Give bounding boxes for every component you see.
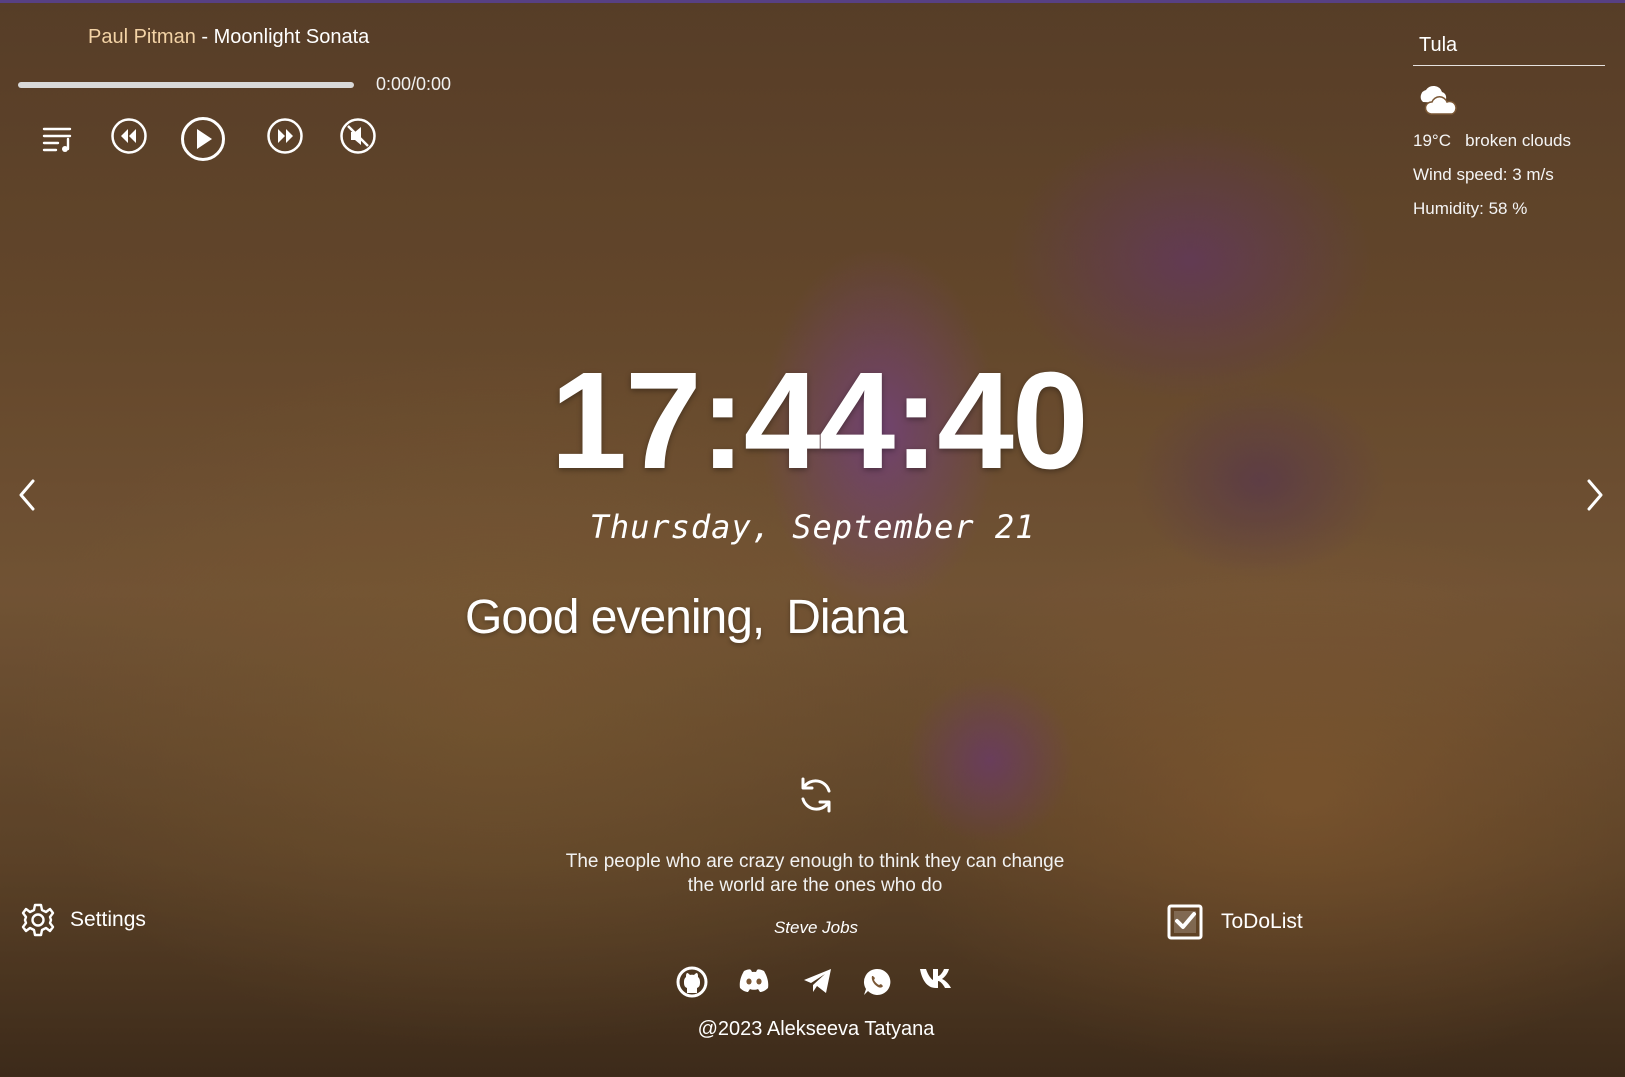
next-icon — [267, 118, 303, 154]
track-title: Paul Pitman - Moonlight Sonata — [88, 26, 370, 48]
track-name: Moonlight Sonata — [213, 26, 370, 48]
quote-author: Steve Jobs — [773, 918, 859, 937]
next-button[interactable] — [266, 117, 304, 160]
broken-clouds-icon — [1413, 82, 1605, 121]
audio-player: Paul Pitman - Moonlight Sonata 0:00/0:00 — [18, 22, 478, 172]
whatsapp-icon[interactable] — [861, 966, 893, 1003]
quote-text: The people who are crazy enough to think… — [565, 851, 1065, 896]
previous-button[interactable] — [110, 117, 148, 160]
gear-icon — [21, 903, 55, 937]
weather-widget: Tula 19°C broken clouds Wind speed: 3 m/… — [1413, 30, 1605, 219]
refresh-quote-icon[interactable] — [797, 775, 835, 820]
github-icon[interactable] — [676, 966, 708, 1003]
mute-button[interactable] — [339, 117, 377, 160]
todolist-button[interactable]: ToDoList — [1167, 904, 1303, 940]
name-input[interactable]: Diana — [786, 591, 907, 644]
play-icon — [181, 117, 225, 161]
track-time: 0:00/0:00 — [376, 74, 452, 94]
playlist-icon[interactable] — [42, 125, 74, 158]
greeting: Good evening, Diana — [465, 590, 908, 645]
clock-time: 17:44:40 — [550, 344, 1088, 498]
settings-button[interactable]: Settings — [20, 902, 146, 938]
play-button[interactable] — [180, 116, 226, 167]
weather-temperature: 19°C broken clouds — [1413, 131, 1571, 150]
discord-icon[interactable] — [736, 966, 772, 1001]
clock: 17:44:40 — [0, 352, 1625, 490]
previous-icon — [111, 118, 147, 154]
track-artist: Paul Pitman — [88, 26, 196, 48]
weather-wind: Wind speed: 3 m/s — [1413, 165, 1554, 184]
settings-label: Settings — [70, 908, 146, 931]
todo-checkbox-icon — [1167, 904, 1203, 940]
vk-icon[interactable] — [919, 966, 953, 995]
weather-humidity: Humidity: 58 % — [1413, 199, 1528, 218]
mute-icon — [340, 118, 376, 154]
copyright: @2023 Alekseeva Tatyana — [697, 1018, 935, 1040]
todolist-label: ToDoList — [1221, 910, 1303, 933]
progress-bar[interactable] — [18, 82, 354, 88]
city-input[interactable]: Tula — [1413, 30, 1605, 66]
telegram-icon[interactable] — [802, 966, 834, 1001]
greeting-text: Good evening, — [465, 591, 765, 644]
date: Thursday, September 21 — [589, 508, 1036, 546]
